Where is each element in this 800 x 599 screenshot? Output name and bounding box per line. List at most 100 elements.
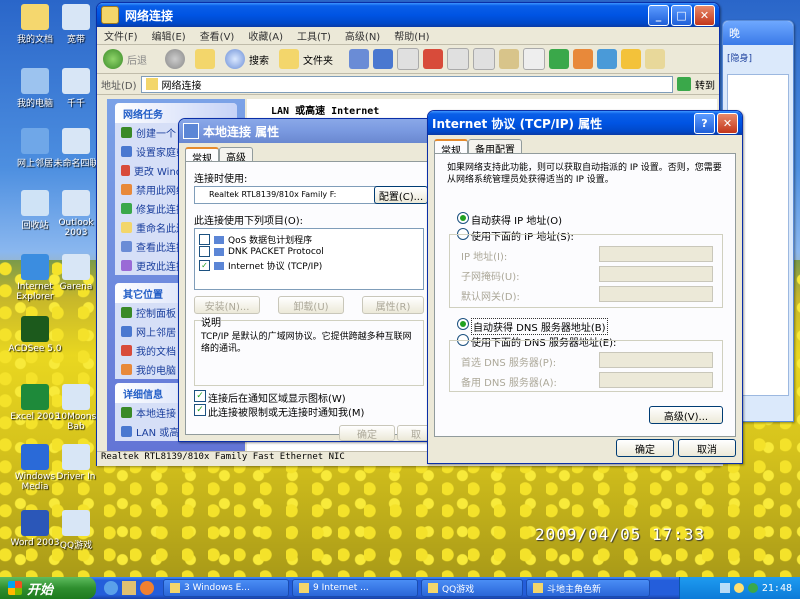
minimize-icon[interactable]: _ xyxy=(648,4,669,26)
local-ok-button[interactable]: 确定 xyxy=(339,425,395,441)
copy-icon[interactable] xyxy=(473,48,495,70)
ip-address-input[interactable] xyxy=(599,246,713,262)
quick-launch-desktop-icon[interactable] xyxy=(122,581,136,595)
menu-item[interactable]: 高级(N) xyxy=(338,28,387,43)
taskbar-button[interactable]: QQ游戏 xyxy=(421,579,523,597)
auto-dns-radio[interactable] xyxy=(457,318,469,330)
address-input[interactable]: 网络连接 xyxy=(140,75,673,93)
delete-icon[interactable] xyxy=(423,49,443,69)
media-icon[interactable] xyxy=(597,49,617,69)
desktop-app-icon xyxy=(21,444,49,470)
ok-button[interactable]: 确定 xyxy=(616,439,674,457)
menu-item[interactable]: 编辑(E) xyxy=(145,28,193,43)
taskbar-app-icon xyxy=(299,583,309,593)
help-icon[interactable]: ? xyxy=(694,112,715,134)
desktop-app-icon xyxy=(21,190,49,216)
desktop-icon[interactable]: QQ游戏 xyxy=(48,510,104,551)
configure-button[interactable]: 配置(C)... xyxy=(374,186,428,204)
cut-icon[interactable] xyxy=(447,48,469,70)
tcpip-properties-dialog[interactable]: Internet 协议 (TCP/IP) 属性 ? ✕ 常规 备用配置 如果网络… xyxy=(427,110,743,464)
description-box: 说明 TCP/IP 是默认的广域网协议。它提供跨越多种互联网络的通讯。 xyxy=(194,314,424,386)
taskbar-app-icon xyxy=(170,583,180,593)
advanced-button[interactable]: 高级(V)... xyxy=(649,406,723,424)
tcpip-title: Internet 协议 (TCP/IP) 属性 xyxy=(432,116,603,131)
photo-timestamp: 2009/04/05 17:33 xyxy=(535,525,706,544)
component-checkbox[interactable] xyxy=(199,234,210,245)
dns2-input[interactable] xyxy=(599,372,713,388)
cancel-button[interactable]: 取消 xyxy=(678,439,736,457)
search-icon[interactable] xyxy=(225,49,245,69)
close-icon[interactable]: ✕ xyxy=(717,112,738,134)
tray-network-icon[interactable] xyxy=(719,583,730,593)
menu-item[interactable]: 收藏(A) xyxy=(241,28,290,43)
properties-icon[interactable] xyxy=(397,48,419,70)
component-row[interactable]: DNK PACKET Protocol xyxy=(199,246,324,257)
taskbar-button-label: QQ游戏 xyxy=(442,584,475,595)
auto-ip-radio[interactable] xyxy=(457,212,469,224)
connect-using-label: 连接时使用: xyxy=(194,174,248,185)
go-arrow-icon[interactable] xyxy=(677,77,691,91)
notify-limited-checkbox[interactable]: ✓ xyxy=(194,404,206,416)
dns1-input[interactable] xyxy=(599,352,713,368)
undo-icon[interactable] xyxy=(373,49,393,69)
component-row[interactable]: QoS 数据包计划程序 xyxy=(199,233,312,246)
local-connection-properties-dialog[interactable]: 本地连接 属性 常规 高级 连接时使用: Realtek RTL8139/810… xyxy=(178,118,438,442)
component-label: Internet 协议 (TCP/IP) xyxy=(228,262,323,272)
checklist-icon[interactable] xyxy=(523,48,545,70)
refresh-icon[interactable] xyxy=(549,49,569,69)
gateway-input[interactable] xyxy=(599,286,713,302)
task-icon xyxy=(121,260,132,271)
windows-logo-icon xyxy=(8,581,22,595)
tray-qq-icon[interactable] xyxy=(747,583,758,593)
properties-button[interactable]: 属性(R) xyxy=(362,296,424,314)
quick-launch-media-icon[interactable] xyxy=(140,581,154,595)
start-label: 开始 xyxy=(27,582,54,598)
mail-icon[interactable] xyxy=(645,49,665,69)
qq-status[interactable]: [隐身] xyxy=(727,54,752,64)
task-link-label: 本地连接 xyxy=(136,409,176,420)
forward-arrow-icon[interactable] xyxy=(165,49,185,69)
up-folder-icon[interactable] xyxy=(195,49,215,69)
uninstall-button[interactable]: 卸载(U) xyxy=(278,296,344,314)
subnet-mask-input[interactable] xyxy=(599,266,713,282)
search-button[interactable]: 搜索 xyxy=(249,52,269,67)
explorer-title-bar[interactable]: 网络连接 _ □ ✕ xyxy=(97,3,719,27)
install-button[interactable]: 安装(N)... xyxy=(194,296,260,314)
component-checkbox[interactable]: ✓ xyxy=(199,260,210,271)
tcpip-title-bar[interactable]: Internet 协议 (TCP/IP) 属性 ? ✕ xyxy=(428,111,742,135)
desktop-app-icon xyxy=(62,444,90,470)
auto-dns-label: 自动获得 DNS 服务器地址(B) xyxy=(471,318,608,335)
menu-item[interactable]: 工具(T) xyxy=(290,28,338,43)
maximize-icon[interactable]: □ xyxy=(671,4,692,26)
components-list[interactable]: QoS 数据包计划程序 DNK PACKET Protocol ✓ Internet … xyxy=(194,228,424,290)
gateway-label: 默认网关(D): xyxy=(461,292,520,303)
start-button[interactable]: 开始 xyxy=(0,577,96,599)
views-icon[interactable] xyxy=(349,49,369,69)
menu-item[interactable]: 文件(F) xyxy=(97,28,145,43)
folders-button[interactable]: 文件夹 xyxy=(303,52,333,67)
menu-item[interactable]: 查看(V) xyxy=(193,28,242,43)
quick-launch-ie-icon[interactable] xyxy=(104,581,118,595)
local-props-title-bar[interactable]: 本地连接 属性 xyxy=(179,119,437,143)
paste-icon[interactable] xyxy=(499,49,519,69)
task-icon xyxy=(121,184,132,195)
show-icon-checkbox[interactable]: ✓ xyxy=(194,390,206,402)
taskbar-button[interactable]: 9 Internet ... xyxy=(292,579,418,597)
close-icon[interactable]: ✕ xyxy=(694,4,715,26)
back-arrow-icon[interactable] xyxy=(103,49,123,69)
folders-icon[interactable] xyxy=(279,49,299,69)
component-checkbox[interactable] xyxy=(199,246,210,257)
desktop-app-icon xyxy=(21,384,49,410)
taskbar-button[interactable]: 3 Windows E... xyxy=(163,579,289,597)
home-icon[interactable] xyxy=(573,49,593,69)
menu-item[interactable]: 帮助(H) xyxy=(387,28,436,43)
taskbar-button[interactable]: 斗地主角色新 xyxy=(526,579,650,597)
explorer-menu-bar: 文件(F) 编辑(E) 查看(V) 收藏(A) 工具(T) 高级(N) 帮助(H) xyxy=(97,27,719,45)
go-button[interactable]: 转到 xyxy=(695,77,715,92)
component-row[interactable]: ✓ Internet 协议 (TCP/IP) xyxy=(199,259,322,272)
tray-volume-icon[interactable] xyxy=(733,583,744,593)
desktop-icon[interactable]: ACDSee 5.0 xyxy=(0,316,70,354)
task-icon xyxy=(121,364,132,375)
favorites-icon[interactable] xyxy=(621,49,641,69)
back-button[interactable]: 后退 xyxy=(127,52,147,67)
